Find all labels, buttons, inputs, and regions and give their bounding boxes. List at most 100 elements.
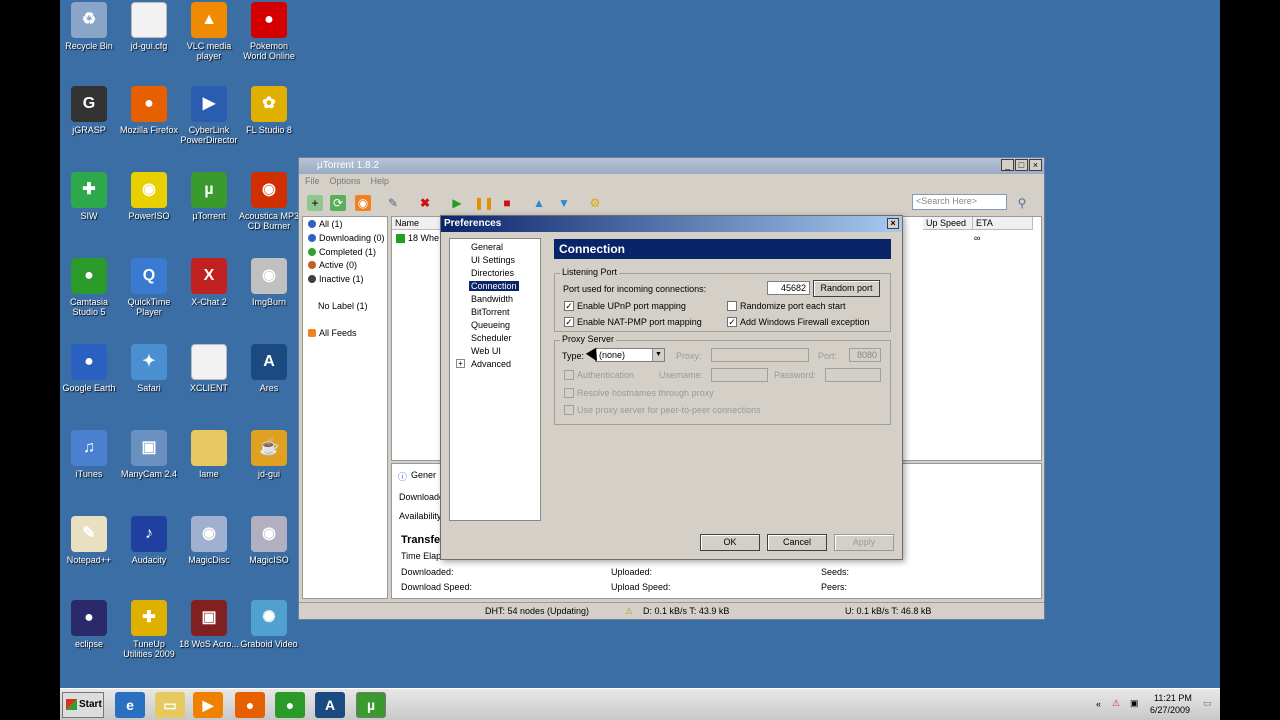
natpmp-checkbox[interactable]: ✓ bbox=[564, 317, 574, 327]
desktop-icon-29[interactable]: ✚ TuneUp Utilities 2009 bbox=[118, 600, 180, 659]
desktop-icon-23[interactable]: ☕ jd-gui bbox=[238, 430, 300, 479]
desktop-icon-8[interactable]: ✚ SIW bbox=[58, 172, 120, 221]
taskbar-utorrent-icon[interactable]: µ bbox=[356, 692, 386, 718]
add-torrent-icon[interactable]: + bbox=[307, 195, 323, 211]
start-icon[interactable]: ▶ bbox=[449, 195, 465, 211]
desktop-icon-10[interactable]: µ µTorrent bbox=[178, 172, 240, 221]
column-eta[interactable]: ETA bbox=[973, 217, 1033, 230]
tree-item-bandwidth[interactable]: Bandwidth bbox=[469, 294, 515, 304]
sidebar-item-downloading[interactable]: Downloading (0) bbox=[308, 233, 385, 243]
create-torrent-icon[interactable]: ✎ bbox=[385, 195, 401, 211]
tree-item-bittorrent[interactable]: BitTorrent bbox=[469, 307, 512, 317]
sidebar-item-no-label[interactable]: No Label (1) bbox=[318, 301, 368, 311]
tree-item-connection[interactable]: Connection bbox=[469, 281, 519, 291]
sidebar-item-active[interactable]: Active (0) bbox=[308, 260, 357, 270]
tree-item-web-ui[interactable]: Web UI bbox=[469, 346, 503, 356]
preferences-titlebar[interactable]: Preferences × bbox=[441, 216, 902, 232]
move-down-icon[interactable]: ▼ bbox=[556, 195, 572, 211]
taskbar-ares-icon[interactable]: A bbox=[315, 692, 345, 718]
desktop-icon-30[interactable]: ▣ 18 WoS Acro... bbox=[178, 600, 240, 649]
preferences-close-button[interactable]: × bbox=[887, 218, 899, 229]
desktop-icon-0[interactable]: ♻ Recycle Bin bbox=[58, 2, 120, 51]
tree-item-advanced[interactable]: Advanced bbox=[469, 359, 513, 369]
desktop-icon-31[interactable]: ✺ Graboid Video bbox=[238, 600, 300, 649]
proxy-host-input[interactable] bbox=[711, 348, 809, 362]
tree-item-queueing[interactable]: Queueing bbox=[469, 320, 512, 330]
randomize-port-checkbox[interactable] bbox=[727, 301, 737, 311]
desktop-icon-22[interactable]: lame bbox=[178, 430, 240, 479]
security-icon[interactable]: ▣ bbox=[1130, 698, 1139, 709]
tab-general[interactable]: ⓘ Gener bbox=[398, 470, 436, 483]
desktop-icon-24[interactable]: ✎ Notepad++ bbox=[58, 516, 120, 565]
chevron-down-icon[interactable]: ▼ bbox=[652, 349, 664, 361]
apply-button[interactable]: Apply bbox=[834, 534, 894, 551]
authentication-checkbox[interactable] bbox=[564, 370, 574, 380]
cancel-button[interactable]: Cancel bbox=[767, 534, 827, 551]
random-port-button[interactable]: Random port bbox=[813, 280, 880, 297]
desktop-icon-15[interactable]: ◉ ImgBurn bbox=[238, 258, 300, 307]
taskbar-camtasia-icon[interactable]: ● bbox=[275, 692, 305, 718]
tree-item-directories[interactable]: Directories bbox=[469, 268, 516, 278]
menu-help[interactable]: Help bbox=[371, 176, 390, 190]
expand-icon[interactable]: + bbox=[456, 359, 465, 368]
tray-expand-icon[interactable]: « bbox=[1096, 699, 1101, 709]
desktop-icon-20[interactable]: ♫ iTunes bbox=[58, 430, 120, 479]
close-button[interactable]: × bbox=[1029, 159, 1042, 171]
tree-item-scheduler[interactable]: Scheduler bbox=[469, 333, 514, 343]
network-icon[interactable]: ⚠ bbox=[1112, 698, 1120, 709]
password-input[interactable] bbox=[825, 368, 881, 382]
desktop-icon-14[interactable]: X X-Chat 2 bbox=[178, 258, 240, 307]
username-input[interactable] bbox=[711, 368, 768, 382]
desktop-icon-25[interactable]: ♪ Audacity bbox=[118, 516, 180, 565]
sidebar-item-inactive[interactable]: Inactive (1) bbox=[308, 274, 364, 284]
menu-options[interactable]: Options bbox=[330, 176, 361, 190]
desktop-icon-21[interactable]: ▣ ManyCam 2.4 bbox=[118, 430, 180, 479]
desktop-icon-19[interactable]: A Ares bbox=[238, 344, 300, 393]
port-input[interactable]: 45682 bbox=[767, 281, 810, 295]
sidebar-item-all[interactable]: All (1) bbox=[308, 219, 343, 229]
preferences-icon[interactable]: ⚙ bbox=[587, 195, 603, 211]
add-url-icon[interactable]: ⟳ bbox=[330, 195, 346, 211]
show-desktop-icon[interactable]: ▭ bbox=[1203, 698, 1212, 709]
desktop-icon-28[interactable]: ● eclipse bbox=[58, 600, 120, 649]
proxy-type-select[interactable]: (none) ▼ bbox=[595, 348, 665, 362]
desktop-icon-12[interactable]: ● Camtasia Studio 5 bbox=[58, 258, 120, 317]
remove-icon[interactable]: ✖ bbox=[417, 195, 433, 211]
desktop-icon-13[interactable]: Q QuickTime Player bbox=[118, 258, 180, 317]
pause-icon[interactable]: ❚❚ bbox=[474, 195, 494, 211]
desktop-icon-17[interactable]: ✦ Safari bbox=[118, 344, 180, 393]
utorrent-titlebar[interactable]: µTorrent 1.8.2 _ □ × bbox=[299, 158, 1044, 174]
media-player-icon[interactable]: ▶ bbox=[193, 692, 223, 718]
stop-icon[interactable]: ■ bbox=[499, 195, 515, 211]
rss-icon[interactable]: ◉ bbox=[355, 195, 371, 211]
desktop-icon-6[interactable]: ▶ CyberLink PowerDirector bbox=[178, 86, 240, 145]
explorer-icon[interactable]: ▭ bbox=[155, 692, 185, 718]
desktop-icon-16[interactable]: ● Google Earth bbox=[58, 344, 120, 393]
minimize-button[interactable]: _ bbox=[1001, 159, 1014, 171]
upnp-checkbox[interactable]: ✓ bbox=[564, 301, 574, 311]
desktop-icon-1[interactable]: jd-gui.cfg bbox=[118, 2, 180, 51]
desktop-icon-7[interactable]: ✿ FL Studio 8 bbox=[238, 86, 300, 135]
search-input[interactable]: <Search Here> bbox=[912, 194, 1007, 210]
desktop-icon-11[interactable]: ◉ Acoustica MP3 CD Burner bbox=[238, 172, 300, 231]
desktop-icon-27[interactable]: ◉ MagicISO bbox=[238, 516, 300, 565]
tree-item-ui-settings[interactable]: UI Settings bbox=[469, 255, 517, 265]
proxy-p2p-checkbox[interactable] bbox=[564, 405, 574, 415]
desktop-icon-26[interactable]: ◉ MagicDisc bbox=[178, 516, 240, 565]
taskbar-firefox-icon[interactable]: ● bbox=[235, 692, 265, 718]
column-up-speed[interactable]: Up Speed bbox=[923, 217, 973, 230]
maximize-button[interactable]: □ bbox=[1015, 159, 1028, 171]
search-icon[interactable]: ⚲ bbox=[1014, 195, 1030, 211]
proxy-port-input[interactable]: 8080 bbox=[849, 348, 881, 362]
resolve-hostnames-checkbox[interactable] bbox=[564, 388, 574, 398]
desktop-icon-3[interactable]: ● Pokemon World Online bbox=[238, 2, 300, 61]
menu-file[interactable]: File bbox=[305, 176, 320, 190]
start-button[interactable]: Start bbox=[62, 692, 104, 718]
torrent-row[interactable]: 18 Whe bbox=[396, 233, 439, 243]
firewall-checkbox[interactable]: ✓ bbox=[727, 317, 737, 327]
tree-item-general[interactable]: General bbox=[469, 242, 505, 252]
desktop-icon-9[interactable]: ◉ PowerISO bbox=[118, 172, 180, 221]
desktop-icon-2[interactable]: ▲ VLC media player bbox=[178, 2, 240, 61]
desktop-icon-4[interactable]: GjGRASP bbox=[58, 86, 120, 135]
desktop-icon-18[interactable]: XCLIENT bbox=[178, 344, 240, 393]
